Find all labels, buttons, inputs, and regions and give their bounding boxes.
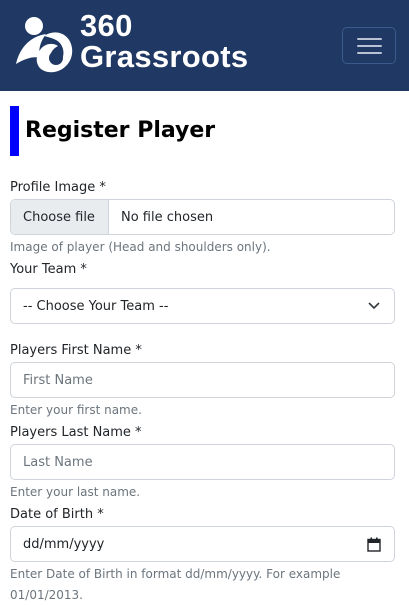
dob-input[interactable]: dd/mm/yyyy <box>10 526 395 562</box>
profile-image-help: Image of player (Head and shoulders only… <box>10 240 271 254</box>
profile-image-label: Profile Image * <box>10 180 106 195</box>
title-accent-bar <box>10 106 19 156</box>
hamburger-icon <box>357 38 382 40</box>
first-name-input[interactable]: First Name <box>10 362 395 398</box>
last-name-help: Enter your last name. <box>10 485 141 499</box>
first-name-label: Players First Name * <box>10 343 142 358</box>
chevron-down-icon <box>368 302 380 310</box>
first-name-help: Enter your first name. <box>10 403 142 417</box>
hamburger-icon-bar <box>357 52 382 54</box>
choose-file-label: Choose file <box>23 210 95 225</box>
brand-name[interactable]: 360 Grassroots <box>80 10 248 72</box>
team-select[interactable]: -- Choose Your Team -- <box>10 288 395 324</box>
hamburger-icon-bar <box>357 45 382 47</box>
team-select-value: -- Choose Your Team -- <box>23 299 169 314</box>
last-name-placeholder: Last Name <box>23 455 93 470</box>
dob-label: Date of Birth * <box>10 507 104 522</box>
page-title: Register Player <box>25 118 216 143</box>
file-status: No file chosen <box>121 210 214 225</box>
dob-help: Enter Date of Birth in format dd/mm/yyyy… <box>10 567 341 602</box>
dob-placeholder: dd/mm/yyyy <box>23 537 105 552</box>
last-name-input[interactable]: Last Name <box>10 444 395 480</box>
team-label: Your Team * <box>10 262 87 277</box>
choose-file-button[interactable]: Choose file <box>11 200 109 234</box>
calendar-icon[interactable] <box>367 537 381 552</box>
brand-line-1: 360 <box>80 8 133 43</box>
menu-toggle-button[interactable] <box>342 27 396 64</box>
logo-icon[interactable] <box>10 12 76 78</box>
navbar: 360 Grassroots <box>0 0 409 91</box>
brand-line-2: Grassroots <box>80 39 249 74</box>
first-name-placeholder: First Name <box>23 373 93 388</box>
last-name-label: Players Last Name * <box>10 425 142 440</box>
profile-image-input[interactable]: Choose file No file chosen <box>10 199 395 235</box>
